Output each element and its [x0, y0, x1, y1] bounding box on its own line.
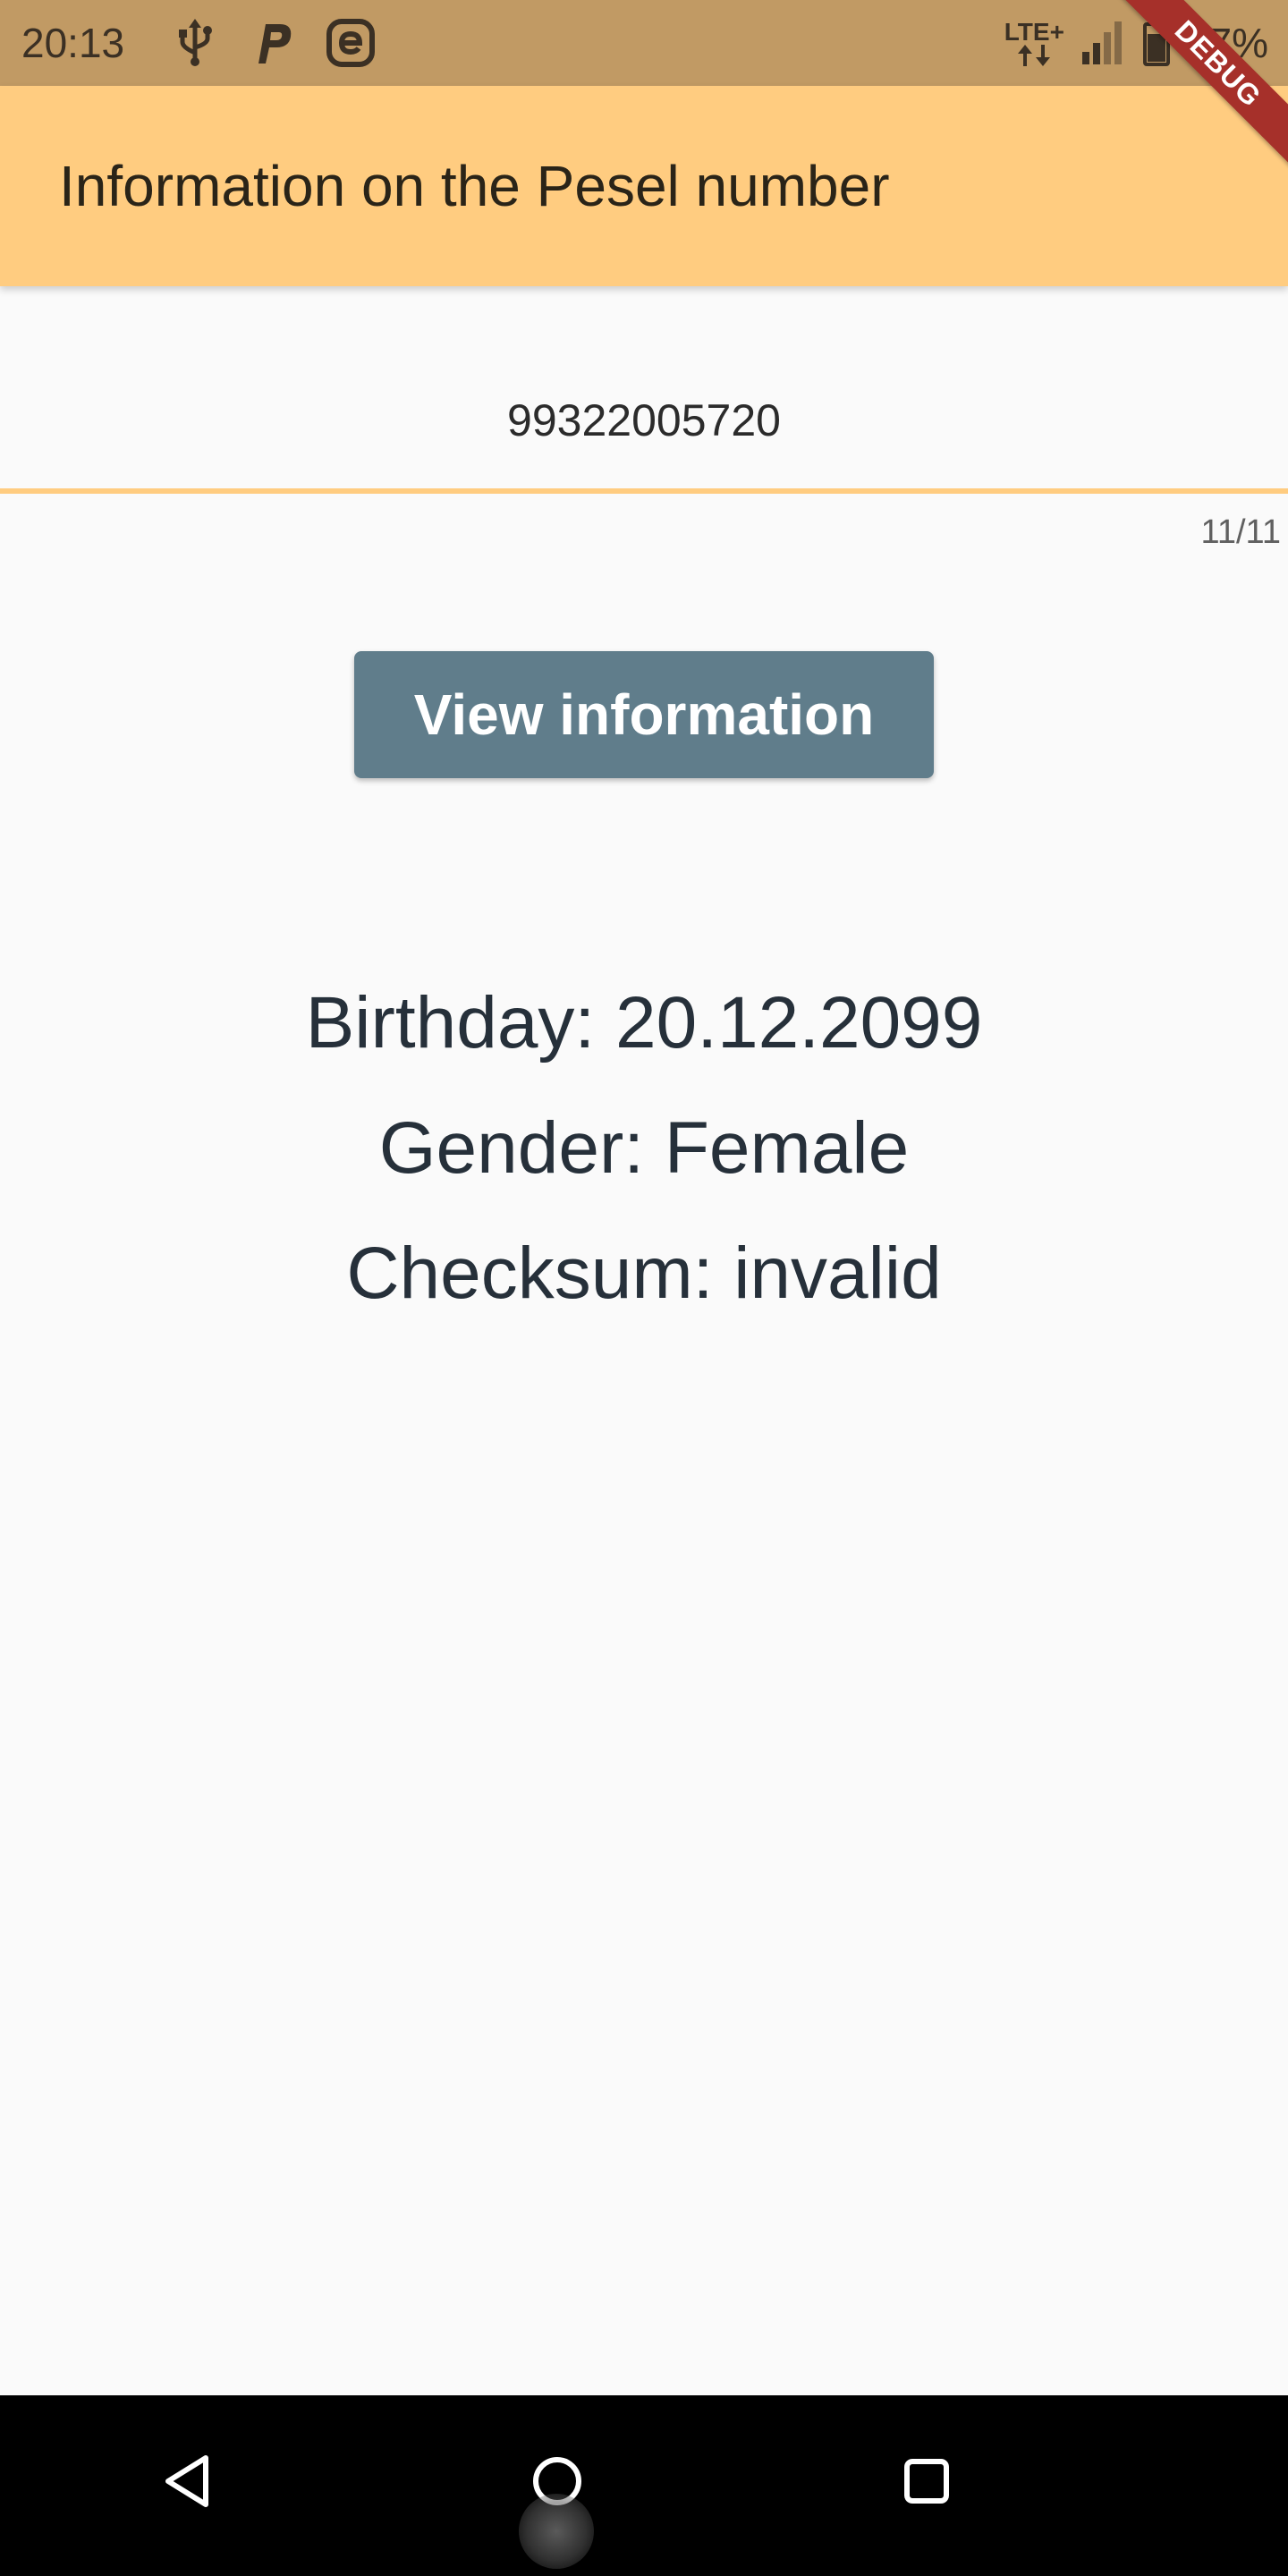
status-right-group: LTE+ 77% — [1004, 16, 1268, 70]
back-icon[interactable] — [134, 2428, 242, 2535]
battery-icon — [1142, 20, 1170, 66]
birthday-result: Birthday: 20.12.2099 — [305, 982, 983, 1063]
page-title: Information on the Pesel number — [59, 154, 890, 218]
status-bar: 20:13 LTE+ 77% — [0, 0, 1288, 86]
network-label: LTE+ — [1004, 18, 1064, 46]
recents-icon[interactable] — [873, 2428, 980, 2535]
pesel-input[interactable] — [0, 385, 1288, 456]
parking-icon — [249, 16, 299, 70]
checksum-result: Checksum: invalid — [346, 1233, 942, 1314]
e-app-icon — [324, 16, 377, 70]
gender-result: Gender: Female — [378, 1107, 910, 1189]
lte-icon: LTE+ — [1004, 20, 1064, 66]
status-time: 20:13 — [21, 20, 125, 66]
app-bar: Information on the Pesel number — [0, 86, 1288, 286]
navigation-bar — [0, 2395, 1288, 2576]
view-information-button[interactable]: View information — [354, 651, 934, 778]
touch-indicator — [519, 2494, 594, 2569]
screen: 20:13 LTE+ 77% Information on the Pesel … — [0, 0, 1288, 2576]
usb-icon — [170, 16, 220, 70]
signal-icon — [1080, 20, 1127, 66]
character-counter: 11/11 — [1200, 513, 1281, 551]
battery-percent: 77% — [1185, 20, 1268, 66]
pesel-field[interactable] — [0, 358, 1288, 494]
